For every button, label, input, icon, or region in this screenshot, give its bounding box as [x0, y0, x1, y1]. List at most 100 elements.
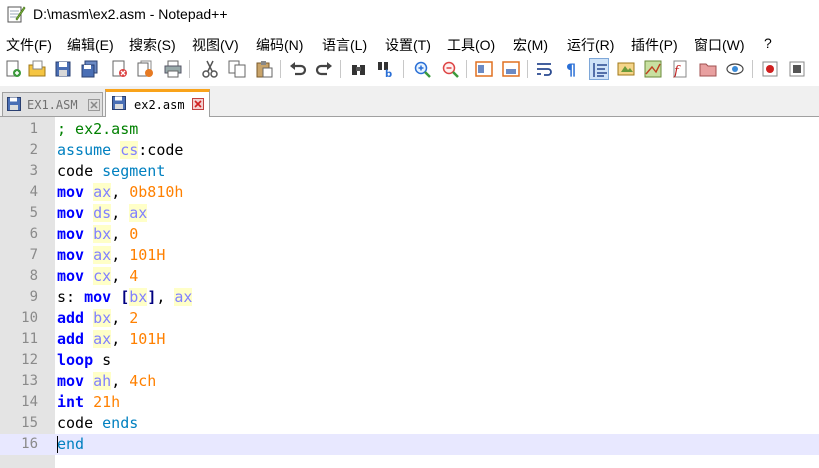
code-token-directive: assume: [57, 141, 121, 159]
code-token-ins: mov: [57, 246, 85, 264]
stop-macro-icon[interactable]: [787, 58, 807, 80]
save-icon[interactable]: [53, 58, 73, 80]
document-map-icon[interactable]: [643, 58, 663, 80]
sync-vertical-icon[interactable]: [474, 58, 494, 80]
menu-run[interactable]: 运行(R): [567, 35, 614, 55]
code-token-reg: bx: [93, 309, 112, 327]
line-number: 10: [21, 310, 38, 326]
user-language-icon[interactable]: [616, 58, 636, 80]
code-token-plain: ,: [111, 204, 130, 222]
code-line[interactable]: 14 int 21h: [0, 392, 819, 413]
code-token-num: 21h: [93, 393, 121, 411]
code-token-plain: ,: [111, 183, 130, 201]
open-file-icon[interactable]: [27, 58, 47, 80]
code-token-ins: mov: [57, 372, 85, 390]
code-token-reg: cx: [93, 267, 112, 285]
code-line[interactable]: 6 mov bx, 0: [0, 224, 819, 245]
notepad-app-icon: [6, 4, 26, 24]
code-line[interactable]: 15 code ends: [0, 413, 819, 434]
tab-ex2-asm[interactable]: ex2.asm: [105, 89, 210, 117]
menu-window[interactable]: 窗口(W): [694, 35, 745, 55]
code-token-num: 101H: [129, 246, 166, 264]
show-all-chars-icon[interactable]: ¶: [562, 58, 582, 80]
code-text: assume cs:code: [57, 140, 183, 161]
svg-text:b: b: [385, 69, 392, 78]
code-line[interactable]: 4 mov ax, 0b810h: [0, 182, 819, 203]
paste-icon[interactable]: [254, 58, 274, 80]
code-text: code segment: [57, 161, 165, 182]
code-text: mov ax, 101H: [57, 245, 165, 266]
undo-icon[interactable]: [288, 58, 308, 80]
code-token-reg: ds: [93, 204, 112, 222]
menu-help[interactable]: ?: [764, 35, 772, 51]
code-token-plain: ,: [111, 246, 130, 264]
menu-language[interactable]: 语言(L): [322, 35, 367, 55]
cut-icon[interactable]: [200, 58, 220, 80]
zoom-in-icon[interactable]: [412, 58, 432, 80]
menu-edit[interactable]: 编辑(E): [67, 35, 114, 55]
code-line[interactable]: 1 ; ex2.asm: [0, 119, 819, 140]
menu-encoding[interactable]: 编码(N): [256, 35, 303, 55]
toolbar-separator: [280, 60, 281, 78]
close-icon[interactable]: [109, 58, 129, 80]
tab-close-icon[interactable]: [192, 97, 204, 110]
record-macro-icon[interactable]: [760, 58, 780, 80]
close-all-icon[interactable]: [135, 58, 155, 80]
code-token-plain: s: [93, 351, 112, 369]
code-line[interactable]: 3 code segment: [0, 161, 819, 182]
find-icon[interactable]: [349, 58, 369, 80]
menu-tools[interactable]: 工具(O): [447, 35, 495, 55]
code-text: code ends: [57, 413, 138, 434]
code-token-comment: ; ex2.asm: [57, 120, 139, 138]
zoom-out-icon[interactable]: [440, 58, 460, 80]
code-token-plain: ,: [111, 309, 130, 327]
code-token-plain: ,: [111, 372, 130, 390]
code-line[interactable]: 5 mov ds, ax: [0, 203, 819, 224]
new-file-icon[interactable]: [3, 58, 23, 80]
line-number: 8: [29, 268, 38, 284]
line-number: 12: [21, 352, 38, 368]
code-text: mov ax, 0b810h: [57, 182, 183, 203]
code-token-ins: add: [57, 309, 85, 327]
menu-search[interactable]: 搜索(S): [129, 35, 176, 55]
code-line[interactable]: 7 mov ax, 101H: [0, 245, 819, 266]
tab-label: EX1.ASM: [27, 98, 78, 112]
replace-icon[interactable]: b: [376, 58, 396, 80]
tab-ex1-asm[interactable]: EX1.ASM: [2, 92, 103, 116]
code-line[interactable]: 2 assume cs:code: [0, 140, 819, 161]
code-line[interactable]: 16 end: [0, 434, 819, 455]
redo-icon[interactable]: [314, 58, 334, 80]
code-editor[interactable]: 1; ex2.asm 2 assume cs:code 3 code segment 4 m…: [0, 117, 819, 468]
menu-plugins[interactable]: 插件(P): [631, 35, 678, 55]
save-all-icon[interactable]: [80, 58, 100, 80]
code-line[interactable]: 10 add bx, 2: [0, 308, 819, 329]
code-line[interactable]: 12 loop s: [0, 350, 819, 371]
copy-icon[interactable]: [227, 58, 247, 80]
code-line[interactable]: 8 mov cx, 4: [0, 266, 819, 287]
code-text: mov ds, ax: [57, 203, 148, 224]
code-token-plain: code: [57, 414, 103, 432]
menu-file[interactable]: 文件(F): [6, 35, 52, 55]
code-text: int 21h: [57, 392, 120, 413]
code-token-num: 0: [129, 225, 139, 243]
menu-macro[interactable]: 宏(M): [513, 35, 548, 55]
menu-view[interactable]: 视图(V): [192, 35, 239, 55]
folder-as-workspace-icon[interactable]: [698, 58, 718, 80]
word-wrap-icon[interactable]: [535, 58, 555, 80]
menu-settings[interactable]: 设置(T): [385, 35, 431, 55]
code-token-ins: mov: [57, 225, 85, 243]
indent-guide-icon[interactable]: [589, 58, 609, 80]
code-text: s: mov [bx], ax: [57, 287, 193, 308]
code-line[interactable]: 9 s: mov [bx], ax: [0, 287, 819, 308]
toolbar-separator: [189, 60, 190, 78]
sync-horizontal-icon[interactable]: [501, 58, 521, 80]
tab-close-icon[interactable]: [88, 98, 100, 111]
code-line[interactable]: 11 add ax, 101H: [0, 329, 819, 350]
code-token-ins: int: [57, 393, 85, 411]
function-list-icon[interactable]: f: [670, 58, 690, 80]
monitoring-icon[interactable]: [725, 58, 745, 80]
code-line[interactable]: 13 mov ah, 4ch: [0, 371, 819, 392]
print-icon[interactable]: [163, 58, 183, 80]
